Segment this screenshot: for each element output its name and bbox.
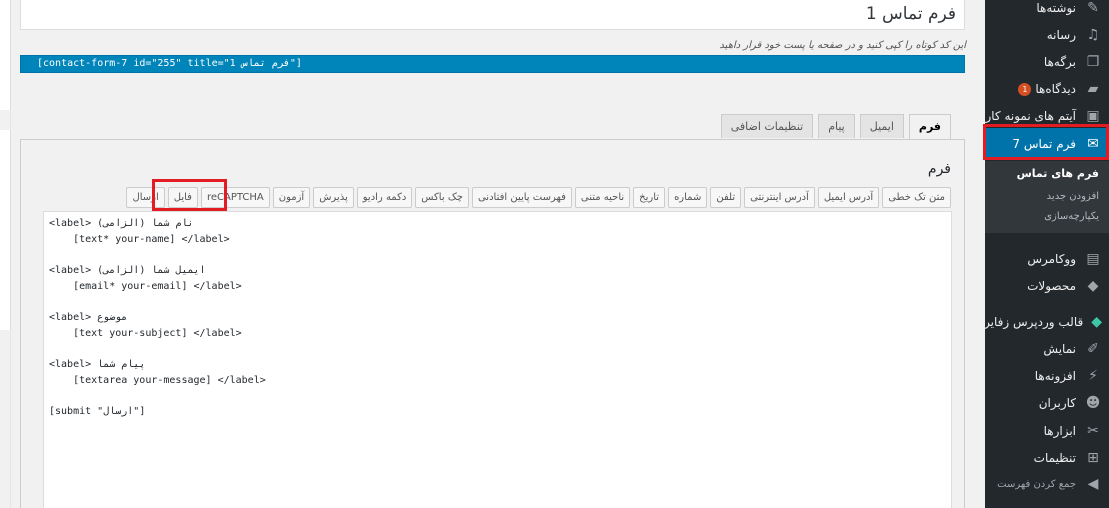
tag-date-button[interactable]: تاریخ bbox=[633, 187, 666, 208]
sidebar-item-label: نوشته‌ها bbox=[1036, 1, 1076, 15]
tab-additional-settings[interactable]: تنظیمات اضافی bbox=[720, 114, 814, 138]
code-line: [submit "ارسال"] bbox=[49, 406, 146, 417]
diamond-icon: ◆ bbox=[1091, 314, 1102, 330]
sidebar-collapse-menu[interactable]: ◀ جمع کردن فهرست bbox=[985, 471, 1109, 497]
panel-title: فرم bbox=[927, 161, 951, 177]
box-icon: ◆ bbox=[1087, 278, 1099, 294]
sidebar-item-label: ووکامرس bbox=[1027, 252, 1076, 266]
tag-checkbox-button[interactable]: چک باکس bbox=[415, 187, 469, 208]
wrench-icon: ✂ bbox=[1087, 423, 1099, 439]
tab-mail[interactable]: ایمیل bbox=[859, 114, 904, 138]
tag-text-button[interactable]: متن تک خطی bbox=[882, 187, 951, 208]
user-icon: ☻ bbox=[1085, 395, 1101, 411]
shortcode-text: [contact-form-7 id="255" title="فرم تماس… bbox=[37, 58, 302, 69]
tag-textarea-button[interactable]: ناحیه متنی bbox=[574, 187, 631, 208]
collapse-icon: ◀ bbox=[1087, 476, 1099, 492]
gutter-block bbox=[0, 130, 11, 330]
tag-dropdown-button[interactable]: فهرست پایین افتادنی bbox=[471, 187, 572, 208]
media-icon: ♫ bbox=[1086, 27, 1100, 43]
sidebar-item-settings[interactable]: ⊞ تنظیمات bbox=[985, 445, 1109, 471]
shortcode-field[interactable]: [contact-form-7 id="255" title="فرم تماس… bbox=[20, 55, 965, 73]
sidebar-item-label: رسانه bbox=[1046, 28, 1076, 42]
contact-form-submenu: فرم های تماس افزودن جدید یکپارچه‌سازی bbox=[985, 161, 1109, 233]
code-line: [email* your-email] </label> bbox=[49, 281, 242, 292]
tag-radio-button[interactable]: دکمه رادیو bbox=[356, 187, 413, 208]
sidebar-item-label: قالب وردپرس زفایر bbox=[984, 315, 1084, 329]
sidebar-item-label: نمایش bbox=[1043, 342, 1076, 356]
tag-acceptance-button[interactable]: پذیرش bbox=[313, 187, 354, 208]
sidebar-item-plugins[interactable]: ⚡ افزونه‌ها bbox=[985, 363, 1109, 389]
form-title-input[interactable]: فرم تماس 1 bbox=[20, 0, 965, 30]
contact-form-highlight-box bbox=[983, 124, 1109, 160]
tag-generator-buttons: متن تک خطی آدرس ایمیل آدرس اینترنتی تلفن… bbox=[123, 187, 951, 208]
page-icon: ❐ bbox=[1086, 54, 1100, 70]
sidebar-item-label: دیدگاه‌ها bbox=[1035, 82, 1076, 96]
submenu-integration[interactable]: یکپارچه‌سازی bbox=[1044, 211, 1099, 222]
sidebar-item-comments[interactable]: ▰ دیدگاه‌ها 1 bbox=[985, 76, 1109, 102]
admin-sidebar: ✎ نوشته‌ها ♫ رسانه ❐ برگه‌ها ▰ دیدگاه‌ها… bbox=[984, 0, 1109, 508]
sidebar-item-tools[interactable]: ✂ ابزارها bbox=[985, 418, 1109, 444]
sidebar-item-label: تنظیمات bbox=[1033, 451, 1076, 465]
recaptcha-highlight-box bbox=[152, 179, 227, 211]
tag-tel-button[interactable]: تلفن bbox=[710, 187, 742, 208]
sidebar-item-label: ابزارها bbox=[1043, 424, 1076, 438]
sidebar-item-woocommerce[interactable]: ▤ ووکامرس bbox=[985, 246, 1109, 272]
sidebar-item-appearance[interactable]: ✐ نمایش bbox=[985, 336, 1109, 362]
sidebar-item-users[interactable]: ☻ کاربران bbox=[985, 390, 1109, 416]
sidebar-item-label: آیتم های نمونه کار bbox=[985, 109, 1076, 123]
code-line: [text your-subject] </label> bbox=[49, 328, 242, 339]
comment-icon: ▰ bbox=[1087, 81, 1099, 97]
sidebar-item-label: جمع کردن فهرست bbox=[997, 478, 1076, 490]
tab-form[interactable]: فرم bbox=[908, 114, 951, 140]
tag-quiz-button[interactable]: آزمون bbox=[272, 187, 311, 208]
code-line: <label> ایمیل شما (الزامی) bbox=[49, 265, 206, 276]
code-line: <label> موضوع bbox=[49, 312, 128, 323]
brush-icon: ✐ bbox=[1087, 341, 1099, 357]
sidebar-item-products[interactable]: ◆ محصولات bbox=[985, 273, 1109, 299]
pin-icon: ✎ bbox=[1087, 0, 1099, 16]
form-title-text: فرم تماس 1 bbox=[865, 4, 956, 24]
sidebar-item-pages[interactable]: ❐ برگه‌ها bbox=[985, 49, 1109, 75]
sidebar-item-label: افزونه‌ها bbox=[1034, 369, 1076, 383]
tag-email-button[interactable]: آدرس ایمیل bbox=[817, 187, 880, 208]
gutter-block bbox=[0, 0, 11, 110]
sidebar-item-posts[interactable]: ✎ نوشته‌ها bbox=[985, 0, 1109, 21]
code-line: [text* your-name] </label> bbox=[49, 234, 230, 245]
comments-count-badge: 1 bbox=[1018, 82, 1032, 96]
tab-messages[interactable]: پیام bbox=[818, 114, 855, 138]
code-line: <label> نام شما (الزامی) bbox=[49, 218, 194, 229]
form-template-editor[interactable]: <label> نام شما (الزامی) [text* your-nam… bbox=[43, 211, 952, 508]
sidebar-item-media[interactable]: ♫ رسانه bbox=[985, 22, 1109, 48]
code-line: [textarea your-message] </label> bbox=[49, 375, 266, 386]
sidebar-item-label: محصولات bbox=[1027, 279, 1076, 293]
sidebar-item-label: برگه‌ها bbox=[1043, 55, 1076, 69]
tag-url-button[interactable]: آدرس اینترنتی bbox=[744, 187, 815, 208]
submenu-contact-forms[interactable]: فرم های تماس bbox=[1017, 167, 1099, 180]
left-gutter bbox=[0, 0, 11, 508]
code-line: <label> پیام شما bbox=[49, 359, 146, 370]
sidebar-item-theme[interactable]: ◆ قالب وردپرس زفایر bbox=[984, 309, 1109, 335]
settings-icon: ⊞ bbox=[1087, 450, 1099, 466]
portfolio-icon: ▣ bbox=[1086, 108, 1100, 124]
sidebar-item-label: کاربران bbox=[1038, 396, 1076, 410]
shortcode-hint: این کد کوتاه را کپی کنید و در صفحه یا پس… bbox=[719, 40, 966, 51]
woo-icon: ▤ bbox=[1086, 251, 1100, 267]
plugin-icon: ⚡ bbox=[1088, 368, 1098, 384]
tag-number-button[interactable]: شماره bbox=[668, 187, 708, 208]
editor-tabs: فرم ایمیل پیام تنظیمات اضافی bbox=[716, 114, 951, 140]
submenu-add-new[interactable]: افزودن جدید bbox=[1047, 191, 1099, 202]
